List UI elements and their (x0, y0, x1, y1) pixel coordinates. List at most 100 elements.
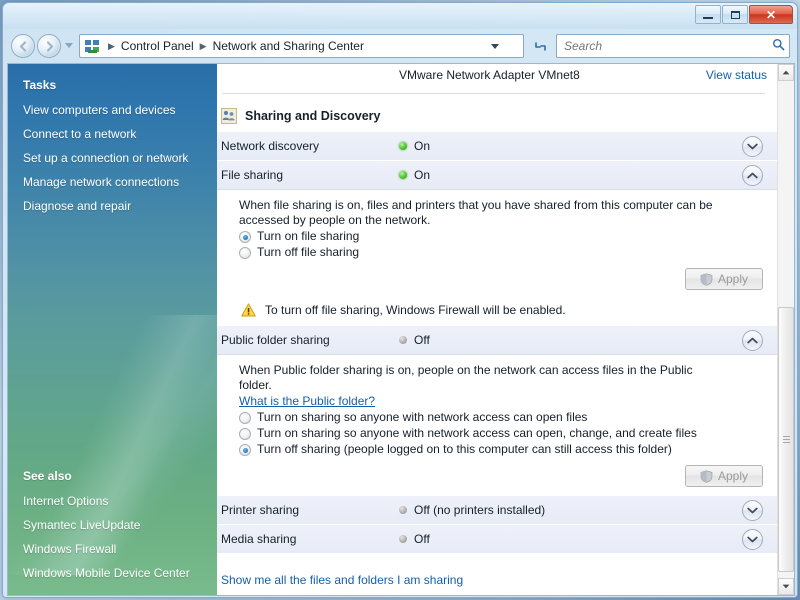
radio-on-icon[interactable] (239, 444, 251, 456)
row-media-sharing[interactable]: Media sharing Off (217, 524, 777, 553)
row-state: On (399, 139, 742, 153)
panel-public-folder-sharing: When Public folder sharing is on, people… (217, 354, 777, 495)
warning-text: To turn off file sharing, Windows Firewa… (265, 303, 566, 317)
expand-media-sharing-button[interactable] (742, 528, 763, 550)
tasks-sidebar: Tasks View computers and devices Connect… (8, 64, 217, 595)
uac-shield-icon (700, 272, 713, 286)
what-is-public-folder-link[interactable]: What is the Public folder? (239, 394, 375, 409)
sidebar-item-diagnose-repair[interactable]: Diagnose and repair (8, 194, 217, 218)
refresh-button[interactable] (528, 34, 552, 58)
scrollbar-thumb[interactable] (778, 307, 794, 572)
close-button[interactable]: ✕ (749, 5, 793, 24)
maximize-icon (730, 10, 740, 19)
maximize-button[interactable] (722, 5, 748, 24)
scroll-content: VMware Network Adapter VMnet8 View statu… (217, 64, 777, 595)
status-bullet-on-icon (399, 142, 407, 150)
history-dropdown-icon[interactable] (65, 43, 73, 48)
radio-off-icon[interactable] (239, 428, 251, 440)
scrollbar-grip-icon (782, 434, 790, 445)
sidebar-item-internet-options[interactable]: Internet Options (8, 489, 217, 513)
warning-icon (241, 303, 256, 317)
link-show-shared-files[interactable]: Show me all the files and folders I am s… (221, 570, 777, 590)
sidebar-item-manage-connections[interactable]: Manage network connections (8, 170, 217, 194)
collapse-public-folder-sharing-button[interactable] (742, 329, 763, 351)
expand-printer-sharing-button[interactable] (742, 499, 763, 521)
row-public-folder-sharing[interactable]: Public folder sharing Off (217, 325, 777, 354)
see-also-group: See also Internet Options Symantec LiveU… (8, 455, 217, 585)
sidebar-item-connect-to-network[interactable]: Connect to a network (8, 122, 217, 146)
sidebar-item-view-computers[interactable]: View computers and devices (8, 98, 217, 122)
adapter-name: VMware Network Adapter VMnet8 (399, 68, 580, 82)
status-text: Off (414, 333, 430, 347)
apply-row: Apply (239, 465, 763, 487)
file-sharing-description: When file sharing is on, files and print… (239, 198, 713, 227)
row-label: Network discovery (221, 139, 320, 153)
chevron-down-icon (747, 143, 758, 149)
status-bullet-off-icon (399, 506, 407, 514)
option-label: Turn on sharing so anyone with network a… (257, 426, 697, 440)
main-content: VMware Network Adapter VMnet8 View statu… (217, 64, 794, 595)
scroll-down-arrow-icon (782, 584, 790, 589)
breadcrumb-separator-2: ▶ (199, 40, 207, 51)
sidebar-item-mobile-device-center[interactable]: Windows Mobile Device Center (8, 561, 217, 585)
section-title-text: Sharing and Discovery (245, 109, 381, 123)
sidebar-item-symantec-liveupdate[interactable]: Symantec LiveUpdate (8, 513, 217, 537)
apply-row: Apply (239, 268, 763, 290)
option-public-open-files[interactable]: Turn on sharing so anyone with network a… (239, 410, 763, 425)
breadcrumb-separator-1: ▶ (108, 40, 115, 51)
vertical-scrollbar[interactable] (777, 64, 794, 595)
row-label: Media sharing (221, 532, 297, 546)
network-adapter-row: VMware Network Adapter VMnet8 View statu… (217, 64, 777, 86)
apply-file-sharing-button[interactable]: Apply (685, 268, 763, 290)
collapse-file-sharing-button[interactable] (742, 164, 763, 186)
option-turn-off-file-sharing[interactable]: Turn off file sharing (239, 245, 763, 260)
forward-arrow-icon (46, 40, 53, 52)
row-state: Off (no printers installed) (399, 503, 742, 517)
option-label: Turn on sharing so anyone with network a… (257, 410, 588, 424)
sidebar-item-windows-firewall[interactable]: Windows Firewall (8, 537, 217, 561)
search-input[interactable] (557, 38, 767, 54)
scroll-up-button[interactable] (778, 64, 794, 81)
forward-button[interactable] (37, 34, 61, 58)
scroll-up-arrow-icon (782, 70, 790, 75)
see-also-heading: See also (23, 469, 72, 483)
public-folder-help-row: What is the Public folder? (239, 394, 763, 409)
breadcrumb[interactable]: ▶ Control Panel ▶ Network and Sharing Ce… (79, 34, 524, 58)
radio-off-icon[interactable] (239, 247, 251, 259)
search-icon[interactable] (767, 38, 789, 54)
radio-off-icon[interactable] (239, 412, 251, 424)
view-status-link[interactable]: View status (706, 68, 767, 82)
status-bullet-off-icon (399, 535, 407, 543)
option-turn-on-file-sharing[interactable]: Turn on file sharing (239, 229, 763, 244)
option-label: Turn on file sharing (257, 229, 360, 243)
status-text: On (414, 168, 431, 182)
search-box[interactable] (556, 34, 790, 58)
chevron-down-icon (747, 536, 758, 542)
row-state: On (399, 168, 742, 182)
public-folder-description: When Public folder sharing is on, people… (239, 363, 693, 392)
breadcrumb-current[interactable]: Network and Sharing Center (211, 39, 366, 53)
option-public-open-change-create[interactable]: Turn on sharing so anyone with network a… (239, 426, 763, 441)
status-text: On (414, 139, 431, 153)
back-button[interactable] (11, 34, 35, 58)
breadcrumb-dropdown-icon[interactable] (491, 44, 499, 49)
breadcrumb-control-panel[interactable]: Control Panel (119, 39, 196, 53)
minimize-button[interactable] (695, 5, 721, 24)
expand-network-discovery-button[interactable] (742, 135, 763, 157)
row-label: Public folder sharing (221, 333, 330, 347)
refresh-icon (534, 41, 546, 51)
apply-public-folder-sharing-button[interactable]: Apply (685, 465, 763, 487)
apply-label: Apply (717, 469, 749, 483)
sidebar-item-set-up-connection[interactable]: Set up a connection or network (8, 146, 217, 170)
scroll-down-button[interactable] (778, 578, 794, 595)
option-public-turn-off[interactable]: Turn off sharing (people logged on to th… (239, 442, 763, 457)
section-title-sharing-and-discovery: Sharing and Discovery (217, 94, 777, 131)
link-show-shared-network-folders[interactable]: Show me all the shared network folders o… (221, 590, 777, 595)
row-network-discovery[interactable]: Network discovery On (217, 131, 777, 160)
row-printer-sharing[interactable]: Printer sharing Off (no printers install… (217, 495, 777, 524)
uac-shield-icon (700, 469, 713, 483)
row-file-sharing[interactable]: File sharing On (217, 160, 777, 189)
chevron-down-icon (747, 507, 758, 513)
radio-on-icon[interactable] (239, 231, 251, 243)
title-bar: ✕ (3, 3, 797, 29)
